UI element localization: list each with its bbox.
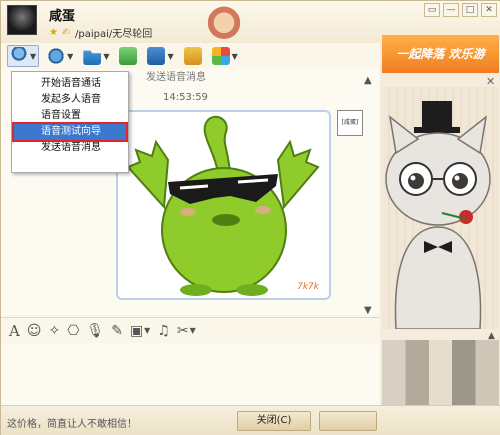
menu-item-send-voice-message[interactable]: 发送语音消息 — [12, 140, 128, 156]
voice-message-icon[interactable]: 🎙 — [86, 322, 104, 340]
apps-button[interactable]: ▼ — [210, 45, 240, 67]
share-screen-icon — [183, 47, 202, 65]
star-icon: ★ — [49, 26, 58, 38]
remote-desktop-button[interactable]: ▼ — [145, 45, 175, 67]
voice-call-button[interactable]: ▼ — [7, 45, 40, 67]
scroll-down-icon[interactable]: ▼ — [364, 305, 372, 316]
screenshot-icon[interactable]: ⎔ — [67, 322, 79, 340]
chat-window: 咸蛋 ★ ✍ /paipai/无尽轮回 ▭ — □ ✕ ▼ ▼ ▼ ▼ ▼ 发送… — [0, 0, 500, 435]
chevron-down-icon[interactable]: ▼ — [67, 52, 73, 61]
cat-show-image — [382, 87, 499, 330]
microphone-icon — [10, 47, 28, 65]
edit-icon[interactable]: ✎ — [111, 322, 123, 340]
photo-mosaic-image — [382, 340, 499, 405]
maximize-button[interactable]: □ — [462, 3, 478, 17]
menu-item-multi-voice[interactable]: 发起多人语音 — [12, 92, 128, 108]
message-timestamp: 14:53:59 — [163, 92, 208, 103]
menu-item-start-voice-call[interactable]: 开始语音通话 — [12, 76, 128, 92]
skin-bear-decoration — [206, 3, 242, 39]
green-monster-sticker-icon — [126, 115, 320, 296]
scroll-up-icon[interactable]: ▲ — [364, 75, 372, 86]
music-icon[interactable]: ♫ — [157, 322, 170, 340]
scissors-icon[interactable]: ✂ ▼ — [177, 322, 196, 340]
send-file-button[interactable]: ▼ — [81, 45, 111, 67]
minimize-button[interactable]: — — [443, 3, 459, 17]
ad-signature-text[interactable]: 这价格，简直让人不敢相信！ — [7, 415, 137, 430]
folder-icon — [83, 50, 102, 65]
status-text: /paipai/无尽轮回 — [75, 29, 153, 40]
contact-avatar[interactable] — [7, 5, 37, 35]
contact-name[interactable]: 咸蛋 — [49, 5, 75, 24]
font-icon[interactable]: A — [9, 322, 20, 340]
sender-badge[interactable]: [咸蛋] — [337, 110, 363, 136]
send-button[interactable] — [319, 411, 377, 431]
sticker-message[interactable]: 7k7k — [116, 110, 331, 300]
screen-icon — [147, 47, 166, 65]
window-controls: ▭ — □ ✕ — [424, 3, 497, 17]
close-window-button[interactable]: ✕ — [481, 3, 497, 17]
share-screen-button[interactable] — [182, 45, 204, 67]
partial-message-text: 发送语音消息 — [146, 72, 206, 83]
right-side-panel: 一起降落 欢乐游 ✕ ▲ — [380, 35, 500, 405]
bottom-bar: 这价格，简直让人不敢相信！ 关闭(C) — [1, 405, 500, 435]
input-toolbar: A ☺ ✧ ⎔ 🎙 ✎ ▣ ▼ ♫ ✂ ▼ — [1, 317, 379, 343]
chevron-down-icon[interactable]: ▼ — [103, 52, 109, 61]
chevron-down-icon[interactable]: ▼ — [30, 52, 36, 61]
group-chat-button[interactable] — [117, 45, 139, 67]
apps-icon — [211, 47, 230, 65]
sticker-watermark: 7k7k — [297, 282, 319, 292]
cat-illustration-icon — [385, 101, 491, 330]
chat-bubble-icon — [119, 47, 138, 65]
voice-dropdown-menu: 开始语音通话 发起多人语音 语音设置 语音测试向导 发送语音消息 — [11, 71, 129, 173]
close-button[interactable]: 关闭(C) — [237, 411, 311, 431]
chat-toolbar: ▼ ▼ ▼ ▼ ▼ — [1, 43, 379, 69]
video-icon — [47, 47, 66, 65]
chevron-down-icon[interactable]: ▼ — [167, 52, 173, 61]
message-input[interactable] — [1, 343, 379, 405]
menu-item-voice-settings[interactable]: 语音设置 — [12, 108, 128, 124]
skin-button[interactable]: ▭ — [424, 3, 440, 17]
emoji-icon[interactable]: ☺ — [27, 322, 42, 340]
magic-icon[interactable]: ✧ — [48, 322, 60, 340]
video-call-button[interactable]: ▼ — [45, 45, 75, 67]
signature-icon: ✍ — [62, 26, 71, 38]
chevron-down-icon[interactable]: ▼ — [232, 52, 238, 61]
ad-banner[interactable]: 一起降落 欢乐游 — [382, 35, 499, 73]
status-row: ★ ✍ /paipai/无尽轮回 — [49, 25, 152, 40]
image-icon[interactable]: ▣ ▼ — [130, 322, 150, 340]
menu-item-voice-test-wizard[interactable]: 语音测试向导 — [12, 122, 128, 142]
